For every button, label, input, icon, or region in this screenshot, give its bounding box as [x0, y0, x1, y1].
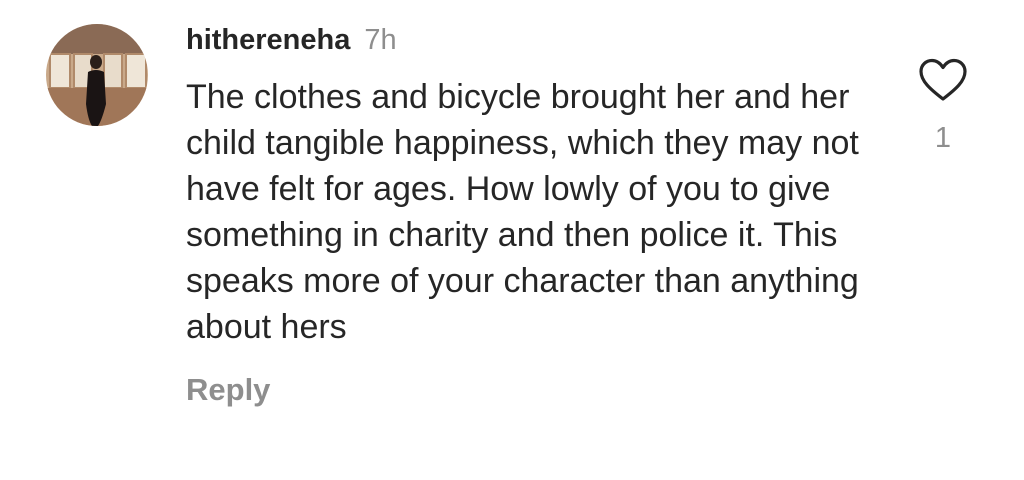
comment-text: The clothes and bicycle brought her and …	[186, 78, 859, 346]
avatar[interactable]	[46, 24, 148, 126]
timestamp: 7h	[364, 23, 397, 56]
comment-body: hithereneha 7h The clothes and bicycle b…	[186, 18, 886, 408]
profile-photo-image	[46, 24, 148, 126]
like-count: 1	[934, 122, 952, 154]
like-button[interactable]	[918, 58, 968, 102]
comment-meta: hithereneha 7h	[186, 18, 886, 62]
username-link[interactable]: hithereneha	[186, 24, 350, 57]
heart-outline-icon	[919, 58, 967, 101]
comment-item: hithereneha 7h The clothes and bicycle b…	[0, 0, 1024, 480]
reply-button[interactable]: Reply	[186, 372, 270, 408]
